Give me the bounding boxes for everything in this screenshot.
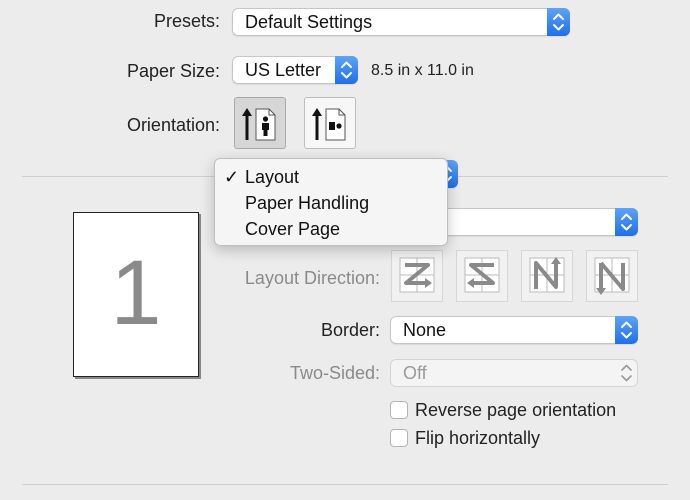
layout-direction-n-button[interactable] bbox=[521, 250, 573, 302]
paper-size-value: US Letter bbox=[245, 60, 322, 80]
two-sided-popup[interactable]: Off bbox=[390, 359, 638, 387]
layout-direction-reverse-n-button[interactable] bbox=[586, 250, 638, 302]
layout-direction-label: Layout Direction: bbox=[244, 268, 380, 288]
reverse-orientation-label: Reverse page orientation bbox=[415, 400, 617, 420]
border-label: Border: bbox=[320, 320, 380, 340]
z-direction-icon bbox=[399, 257, 435, 293]
orientation-portrait-button[interactable] bbox=[234, 97, 286, 149]
orientation-landscape-button[interactable] bbox=[304, 97, 356, 149]
border-value: None bbox=[403, 320, 447, 340]
chevron-updown-icon bbox=[615, 359, 638, 387]
chevron-updown-icon bbox=[615, 208, 638, 236]
border-popup[interactable]: None bbox=[390, 316, 638, 344]
chevron-updown-icon bbox=[335, 56, 358, 84]
chevron-updown-icon bbox=[547, 8, 570, 36]
page-preview: 1 bbox=[73, 212, 199, 377]
two-sided-value: Off bbox=[403, 363, 427, 383]
paper-dimensions: 8.5 in x 11.0 in bbox=[371, 62, 474, 79]
menu-item-layout[interactable]: Layout bbox=[245, 167, 299, 188]
checkmark-icon: ✓ bbox=[224, 167, 240, 187]
bottom-divider bbox=[22, 484, 668, 485]
two-sided-label: Two-Sided: bbox=[289, 363, 380, 383]
presets-popup[interactable]: Default Settings bbox=[232, 8, 570, 36]
chevron-updown-icon bbox=[615, 316, 638, 344]
flip-horizontally-checkbox[interactable] bbox=[390, 429, 408, 447]
menu-item-paper-handling[interactable]: Paper Handling bbox=[245, 193, 369, 214]
paper-size-popup[interactable]: US Letter bbox=[232, 56, 358, 84]
reverse-n-direction-icon bbox=[594, 257, 630, 295]
portrait-icon bbox=[242, 108, 276, 141]
section-menu: ✓ Layout Paper Handling Cover Page bbox=[214, 158, 448, 246]
layout-direction-z-button[interactable] bbox=[391, 250, 443, 302]
presets-label: Presets: bbox=[153, 11, 220, 31]
orientation-label: Orientation: bbox=[126, 115, 220, 135]
menu-item-cover-page[interactable]: Cover Page bbox=[245, 219, 340, 240]
reverse-orientation-checkbox[interactable] bbox=[390, 401, 408, 419]
flip-horizontally-label: Flip horizontally bbox=[415, 428, 541, 448]
n-direction-icon bbox=[529, 257, 565, 293]
page-number: 1 bbox=[110, 242, 162, 344]
presets-value: Default Settings bbox=[245, 12, 373, 32]
paper-size-label: Paper Size: bbox=[126, 61, 220, 81]
layout-direction-reverse-z-button[interactable] bbox=[456, 250, 508, 302]
reverse-z-direction-icon bbox=[464, 257, 500, 293]
landscape-icon bbox=[312, 108, 346, 141]
